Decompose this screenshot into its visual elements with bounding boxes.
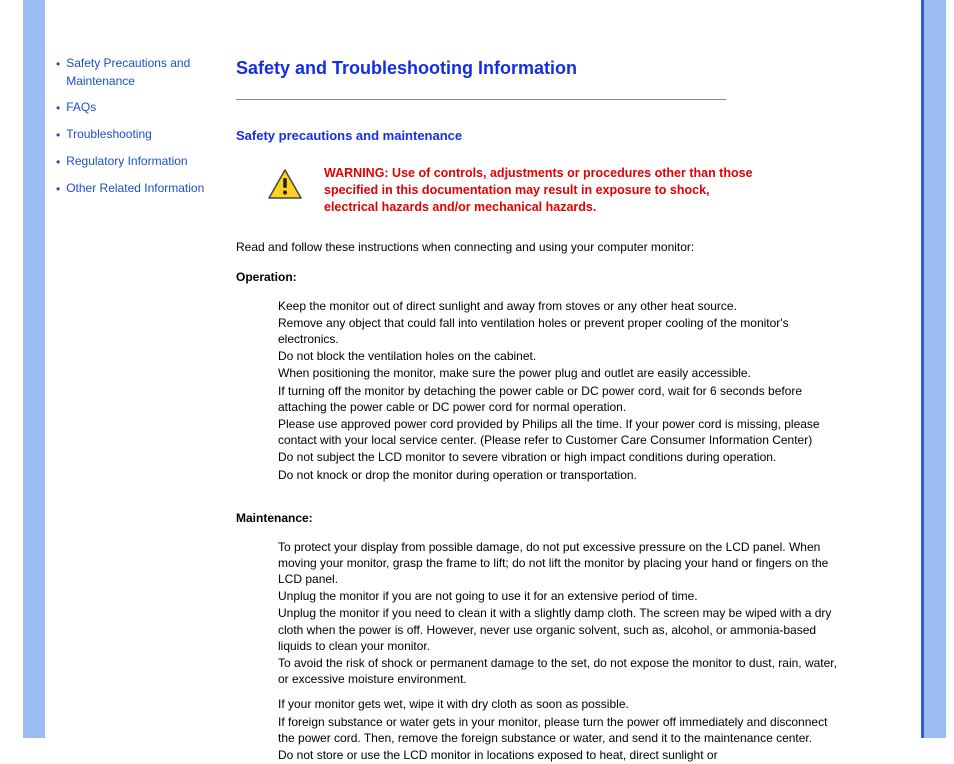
section-heading: Safety precautions and maintenance — [236, 128, 916, 143]
maintenance-item: Do not store or use the LCD monitor in l… — [278, 747, 838, 763]
left-blue-strip — [23, 0, 45, 738]
nav-link[interactable]: Regulatory Information — [66, 152, 187, 170]
operation-item: Keep the monitor out of direct sunlight … — [278, 298, 838, 314]
operation-item: When positioning the monitor, make sure … — [278, 365, 838, 381]
maintenance-item: To protect your display from possible da… — [278, 539, 838, 588]
operation-heading: Operation: — [236, 270, 916, 284]
operation-item: Please use approved power cord provided … — [278, 416, 838, 448]
nav-item-safety[interactable]: • Safety Precautions and Maintenance — [56, 54, 231, 90]
nav-link[interactable]: Troubleshooting — [66, 125, 152, 143]
operation-item: If turning off the monitor by detaching … — [278, 383, 838, 415]
right-thin-strip — [921, 0, 924, 738]
maintenance-item: If foreign substance or water gets in yo… — [278, 714, 838, 746]
divider — [236, 99, 726, 100]
nav-link[interactable]: FAQs — [66, 98, 96, 116]
nav-link[interactable]: Safety Precautions and Maintenance — [66, 54, 231, 90]
operation-item: Do not subject the LCD monitor to severe… — [278, 449, 838, 465]
maintenance-item: To avoid the risk of shock or permanent … — [278, 655, 838, 687]
warning-text: WARNING: Use of controls, adjustments or… — [324, 165, 764, 216]
main-content: Safety and Troubleshooting Information S… — [236, 58, 916, 764]
bullet-icon: • — [56, 153, 60, 171]
bullet-icon: • — [56, 126, 60, 144]
nav-item-other[interactable]: • Other Related Information — [56, 179, 231, 198]
nav-link[interactable]: Other Related Information — [66, 179, 204, 197]
warning-icon — [268, 169, 302, 202]
bullet-icon: • — [56, 99, 60, 117]
maintenance-item: Unplug the monitor if you need to clean … — [278, 605, 838, 654]
operation-item: Do not block the ventilation holes on th… — [278, 348, 838, 364]
nav-item-regulatory[interactable]: • Regulatory Information — [56, 152, 231, 171]
sidebar-nav: • Safety Precautions and Maintenance • F… — [56, 54, 231, 206]
operation-item: Do not knock or drop the monitor during … — [278, 467, 838, 483]
maintenance-body: To protect your display from possible da… — [278, 539, 838, 763]
operation-item: Remove any object that could fall into v… — [278, 315, 838, 347]
right-blue-strip — [924, 0, 946, 738]
nav-item-troubleshooting[interactable]: • Troubleshooting — [56, 125, 231, 144]
warning-block: WARNING: Use of controls, adjustments or… — [236, 165, 916, 216]
maintenance-item: If your monitor gets wet, wipe it with d… — [278, 696, 838, 712]
bullet-icon: • — [56, 180, 60, 198]
maintenance-heading: Maintenance: — [236, 511, 916, 525]
maintenance-item: Unplug the monitor if you are not going … — [278, 588, 838, 604]
intro-text: Read and follow these instructions when … — [236, 240, 916, 254]
nav-item-faqs[interactable]: • FAQs — [56, 98, 231, 117]
page-title: Safety and Troubleshooting Information — [236, 58, 916, 79]
operation-body: Keep the monitor out of direct sunlight … — [278, 298, 838, 483]
bullet-icon: • — [56, 55, 60, 73]
